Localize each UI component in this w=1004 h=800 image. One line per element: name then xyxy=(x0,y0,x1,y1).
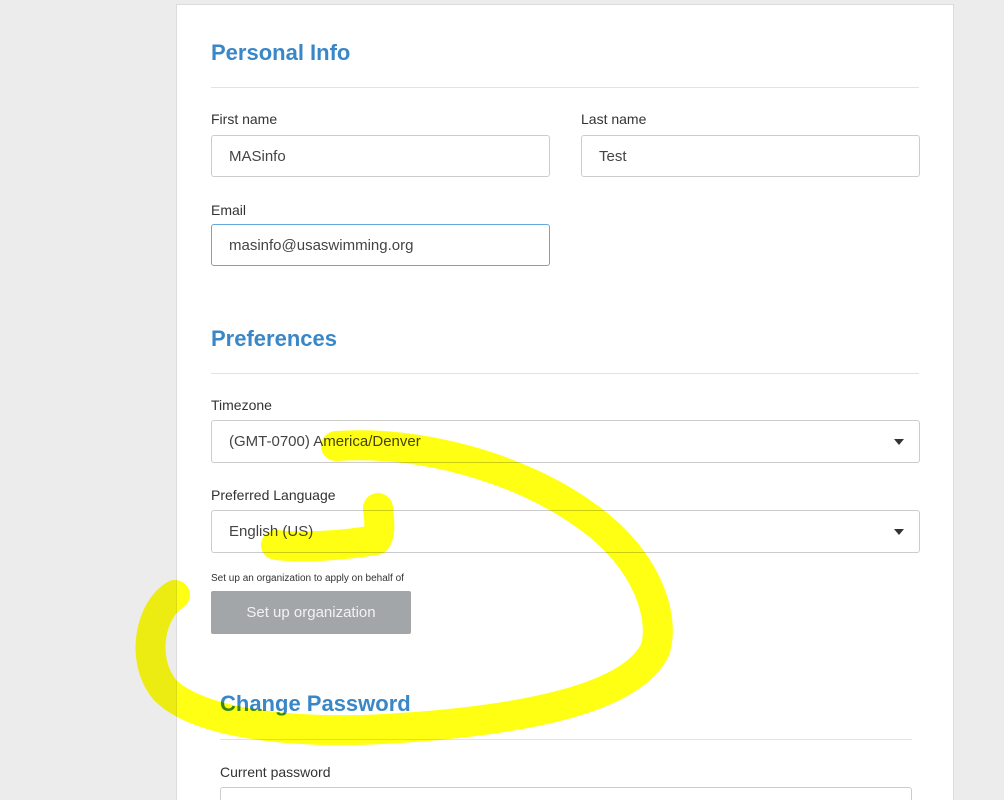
preferences-heading: Preferences xyxy=(211,326,337,351)
first-name-label: First name xyxy=(211,111,278,127)
section-divider xyxy=(220,739,912,740)
organization-note: Set up an organization to apply on behal… xyxy=(211,573,404,584)
email-label: Email xyxy=(211,202,247,218)
chevron-down-icon xyxy=(894,439,904,445)
email-field[interactable] xyxy=(211,224,550,266)
page: Personal Info First name Last name Email… xyxy=(0,0,1004,800)
last-name-label: Last name xyxy=(581,111,647,127)
change-password-heading: Change Password xyxy=(220,691,411,716)
first-name-input[interactable] xyxy=(211,135,550,177)
language-selected-value: English (US) xyxy=(229,523,314,540)
chevron-down-icon xyxy=(894,529,904,535)
last-name-input[interactable] xyxy=(581,135,920,177)
section-divider xyxy=(211,373,919,374)
preferred-language-label: Preferred Language xyxy=(211,487,336,503)
profile-form-card: Personal Info First name Last name Email… xyxy=(176,4,954,800)
timezone-selected-value: (GMT-0700) America/Denver xyxy=(229,433,421,450)
timezone-label: Timezone xyxy=(211,397,272,413)
timezone-select[interactable]: (GMT-0700) America/Denver xyxy=(211,420,920,463)
set-up-organization-button[interactable]: Set up organization xyxy=(211,591,411,634)
current-password-label: Current password xyxy=(220,764,331,780)
personal-info-heading: Personal Info xyxy=(211,40,351,65)
current-password-input[interactable] xyxy=(220,787,912,800)
preferred-language-select[interactable]: English (US) xyxy=(211,510,920,553)
section-divider xyxy=(211,87,919,88)
